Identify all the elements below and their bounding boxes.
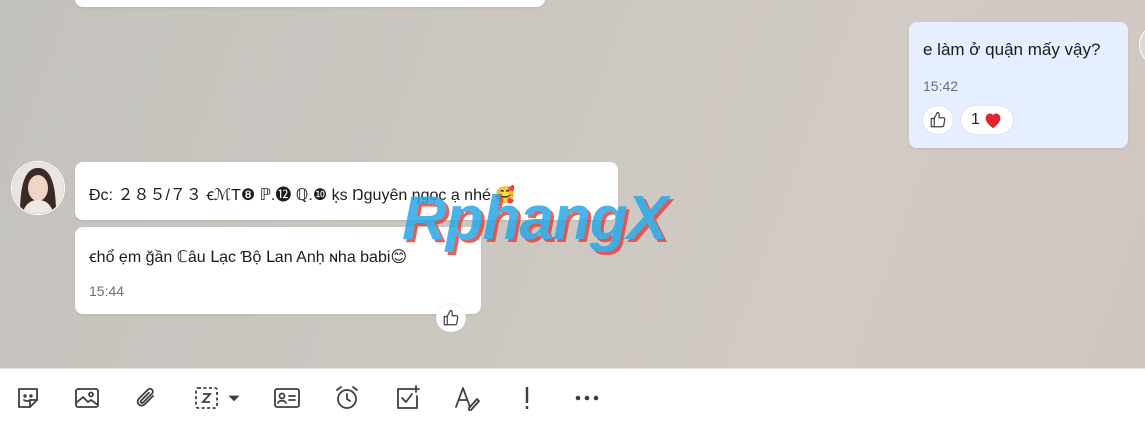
reaction-count: 1 [971,111,980,128]
sticker-icon [18,388,38,408]
contact-card-icon [274,388,300,408]
caret-down-icon [228,395,240,402]
text-format-button[interactable] [452,383,482,413]
contact-card-button[interactable] [272,383,302,413]
like-reaction-button[interactable] [436,304,466,332]
alarm-clock-icon [336,386,358,409]
contact-avatar[interactable] [11,161,65,215]
screenshot-options-dropdown[interactable] [224,383,244,413]
chat-message-area: e làm ở quận mấy vậy? 15:42 1 Đc: ２８５/７３… [0,0,1145,368]
thumbs-up-icon [930,111,946,128]
image-button[interactable] [72,383,102,413]
heart-icon [985,113,1001,129]
own-avatar[interactable] [1139,24,1145,66]
reaction-summary[interactable]: 1 [961,106,1013,134]
contact-avatar-image [12,162,64,214]
exclamation-icon [525,387,529,409]
sticker-button[interactable] [13,383,43,413]
previous-message-bubble[interactable] [75,0,545,7]
attachment-icon [136,387,154,407]
task-checkbox-icon [397,385,420,409]
text-format-icon [455,387,480,411]
task-button[interactable] [392,383,422,413]
message-text: e làm ở quận mấy vậy? [923,40,1101,59]
more-options-button[interactable] [572,383,602,413]
image-icon [75,388,99,408]
reminder-button[interactable] [332,383,362,413]
message-text: ꞓhổ ẹm ğần ℂâu Ⅼạc Ɓộ Ⅼan Anḥ ɴha babi😊 [89,249,408,266]
composer-toolbar [0,368,1145,427]
watermark-logo: RphangX [402,184,668,253]
like-reaction-button[interactable] [923,106,953,134]
mark-important-button[interactable] [512,383,542,413]
message-time: 15:44 [89,283,125,299]
thumbs-up-icon [443,309,459,326]
more-horizontal-icon [575,395,599,401]
screenshot-button[interactable] [192,383,222,413]
screenshot-icon [195,387,218,409]
attachment-button[interactable] [132,383,162,413]
sent-message-bubble[interactable]: e làm ở quận mấy vậy? 15:42 1 [909,22,1128,148]
message-time: 15:42 [923,78,959,94]
